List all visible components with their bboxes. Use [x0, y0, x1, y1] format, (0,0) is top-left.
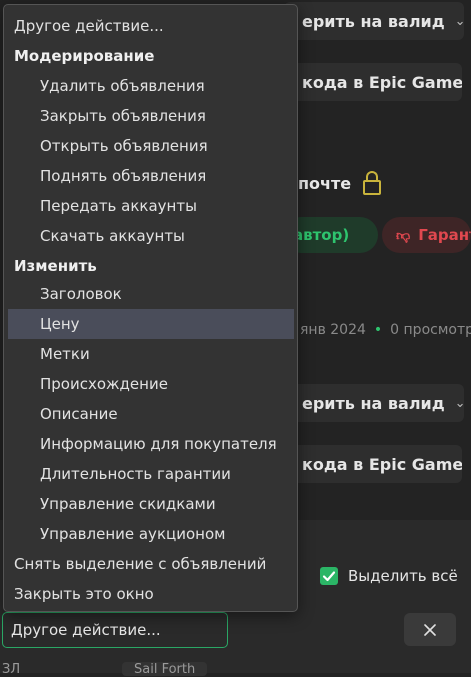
peek-chip: Sail Forth — [122, 662, 208, 677]
action-select[interactable]: Другое действие... — [2, 612, 228, 648]
select-all-label: Выделить всё — [348, 567, 458, 585]
menu-item-buyer-info[interactable]: Информацию для покупателя — [8, 429, 294, 459]
menu-item-transfer-accounts[interactable]: Передать аккаунты — [8, 191, 294, 221]
select-all-checkbox[interactable] — [320, 567, 338, 585]
menu-item-discounts[interactable]: Управление скидками — [8, 489, 294, 519]
thumbs-down-icon: 👎︎ — [396, 227, 411, 244]
check-valid-label-2: ерить на валид — [302, 393, 445, 413]
check-valid-button-2[interactable]: ерить на валид ⌄ — [284, 384, 464, 422]
menu-item-deselect[interactable]: Снять выделение с объявлений — [14, 549, 294, 579]
menu-item-tags[interactable]: Метки — [8, 339, 294, 369]
chevron-down-icon: ⌄ — [454, 13, 464, 29]
check-icon — [322, 571, 336, 582]
chevron-down-icon: ⌄ — [454, 395, 464, 411]
listing-date: янв 2024 — [300, 322, 366, 338]
menu-item-description[interactable]: Описание — [8, 399, 294, 429]
peek-label: ЗЛ — [2, 662, 21, 677]
mail-section-title: почте — [298, 171, 382, 195]
close-icon — [424, 623, 436, 636]
menu-item-delete-listings[interactable]: Удалить объявления — [8, 71, 294, 101]
menu-item-origin[interactable]: Происхождение — [8, 369, 294, 399]
menu-item-bump-listings[interactable]: Поднять объявления — [8, 161, 294, 191]
menu-item-other-action[interactable]: Другое действие... — [14, 11, 294, 41]
menu-item-close-listings[interactable]: Закрыть объявления — [8, 101, 294, 131]
epic-games-button-1[interactable]: кода в Epic Games ⌄ — [284, 63, 462, 101]
check-valid-label-1: ерить на валид — [302, 11, 445, 31]
action-dropdown-menu: Другое действие... Модерирование Удалить… — [3, 4, 298, 612]
lock-icon — [363, 171, 382, 195]
close-button[interactable] — [404, 613, 456, 646]
menu-item-price[interactable]: Цену — [8, 309, 294, 339]
menu-item-title[interactable]: Заголовок — [8, 279, 294, 309]
menu-item-open-listings[interactable]: Открыть объявления — [8, 131, 294, 161]
check-valid-button-1[interactable]: ерить на валид ⌄ — [284, 2, 464, 40]
listing-meta: янв 2024 • 0 просмотр — [300, 322, 471, 338]
guarantee-tag[interactable]: 👎︎ Гарант — [382, 217, 471, 253]
epic-games-label-1: кода в Epic Games — [302, 72, 462, 92]
menu-item-auction[interactable]: Управление аукционом — [8, 519, 294, 549]
select-all-toggle[interactable]: Выделить всё — [320, 567, 458, 585]
menu-group-moderation: Модерирование — [14, 47, 155, 65]
action-select-value: Другое действие... — [11, 621, 161, 639]
menu-item-download-accounts[interactable]: Скачать аккаунты — [8, 221, 294, 251]
menu-group-edit: Изменить — [14, 257, 97, 275]
listing-views: 0 просмотр — [390, 322, 471, 338]
epic-games-button-2[interactable]: кода в Epic Games ⌄ — [284, 445, 462, 483]
epic-games-label-2: кода в Epic Games — [302, 454, 462, 474]
menu-item-guarantee-duration[interactable]: Длительность гарантии — [8, 459, 294, 489]
menu-item-close-window[interactable]: Закрыть это окно — [14, 579, 294, 609]
